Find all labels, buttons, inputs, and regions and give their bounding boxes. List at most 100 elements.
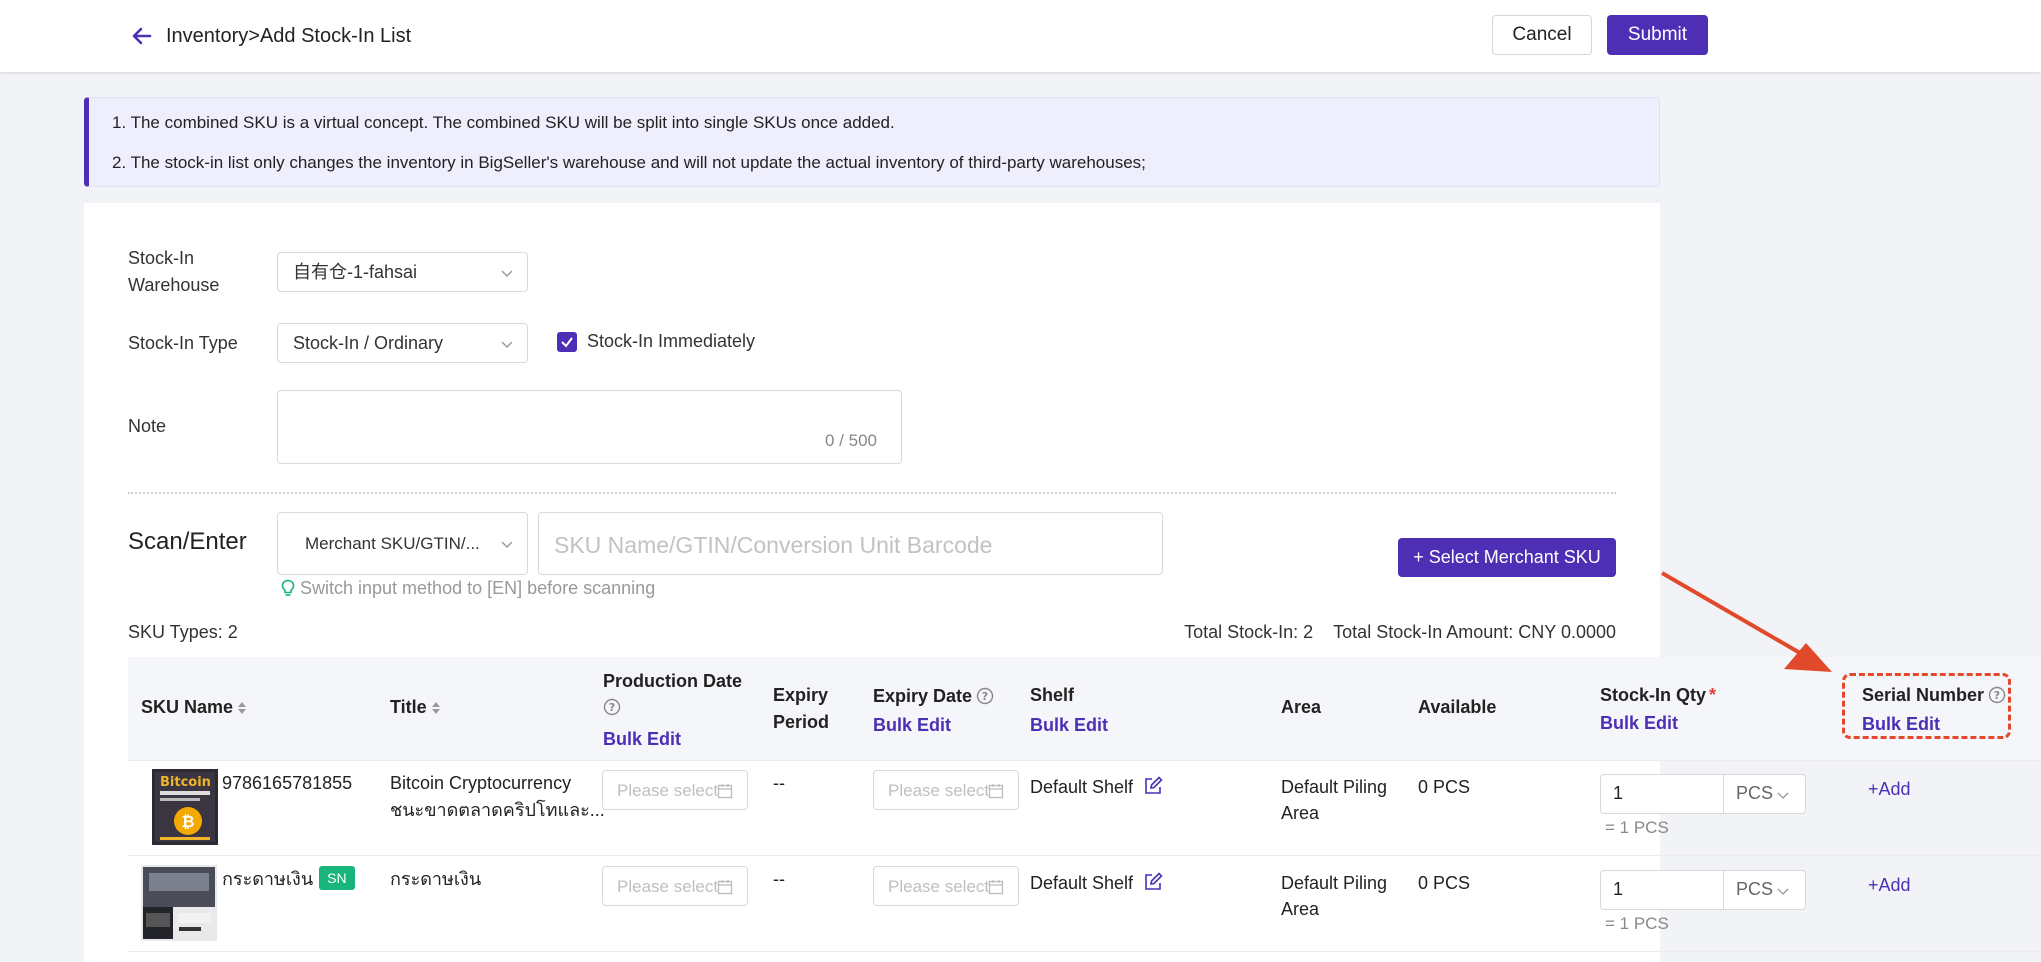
cancel-button[interactable]: Cancel [1492, 15, 1592, 55]
area-cell: Default Piling Area [1281, 870, 1387, 922]
col-available: Available [1418, 697, 1497, 717]
chevron-down-icon [1777, 888, 1789, 895]
expiry-date-picker[interactable]: Please select [873, 866, 1019, 906]
stock-in-type-label: Stock-In Type [128, 333, 238, 353]
stock-in-qty-input[interactable]: 1 PCS [1600, 870, 1806, 910]
edit-icon[interactable] [1143, 872, 1163, 892]
required-asterisk: * [1709, 685, 1717, 705]
col-title-label: Title [390, 697, 427, 717]
col-expiry-period-l2: Period [773, 712, 830, 732]
submit-button[interactable]: Submit [1607, 15, 1708, 55]
top-bar: Inventory>Add Stock-In List Cancel Submi… [0, 0, 2041, 72]
sku-name: กระดาษเงิน [222, 869, 314, 889]
serial-number-add-link[interactable]: +Add [1868, 875, 1911, 896]
stock-in-qty-bulk-edit[interactable]: Bulk Edit [1600, 709, 1716, 737]
expiry-period: -- [773, 773, 785, 793]
check-icon [561, 337, 573, 348]
qty-value: 1 [1613, 879, 1624, 899]
sku-types-count: SKU Types: 2 [128, 622, 238, 642]
breadcrumb: Inventory>Add Stock-In List [166, 25, 412, 47]
product-title: กระดาษเงิน [390, 869, 482, 889]
warehouse-select[interactable]: 自有仓-1-fahsai [277, 252, 528, 292]
chevron-down-icon [1777, 792, 1789, 799]
scan-method-value: Merchant SKU/GTIN/... [305, 534, 480, 553]
production-date-picker[interactable]: Please select [602, 866, 748, 906]
sn-badge: SN [319, 866, 355, 890]
chevron-down-icon [501, 270, 513, 277]
total-stock-in-amount: Total Stock-In Amount: CNY 0.0000 [1333, 622, 1616, 642]
col-area: Area [1281, 697, 1322, 717]
warehouse-label: Stock-In Warehouse [128, 245, 219, 299]
col-sku-name[interactable]: SKU Name [141, 695, 247, 719]
help-icon[interactable]: ? [603, 698, 621, 716]
note-char-count: 0 / 500 [825, 431, 877, 450]
unit-conversion: = 1 PCS [1605, 818, 1669, 837]
unit-value: PCS [1736, 879, 1774, 899]
scan-input-placeholder: SKU Name/GTIN/Conversion Unit Barcode [554, 532, 993, 558]
total-stock-in: Total Stock-In: 2 [1184, 622, 1314, 642]
col-production-date-label: Production Date [603, 671, 743, 691]
unit-select[interactable]: PCS [1723, 871, 1805, 909]
production-date-picker[interactable]: Please select [602, 770, 748, 810]
available-cell: 0 PCS [1418, 873, 1471, 893]
area-line1: Default Piling [1281, 873, 1388, 893]
row-divider [128, 760, 2041, 761]
warehouse-label-line1: Stock-In [128, 248, 195, 268]
col-expiry-period-l1: Expiry [773, 685, 829, 705]
shelf-cell: Default Shelf [1030, 774, 1163, 800]
shelf-bulk-edit[interactable]: Bulk Edit [1030, 710, 1108, 740]
sku-name-cell: กระดาษเงิน SN [222, 866, 355, 892]
product-title-line1: Bitcoin Cryptocurrency [390, 773, 572, 793]
warehouse-label-line2: Warehouse [128, 275, 220, 295]
col-stock-in-qty: Stock-In Qty * Bulk Edit [1600, 681, 1716, 737]
product-thumbnail[interactable] [141, 865, 217, 941]
svg-text:?: ? [609, 701, 615, 714]
divider [128, 492, 1616, 494]
unit-select[interactable]: PCS [1723, 775, 1805, 813]
calendar-icon [717, 879, 733, 895]
date-placeholder: Please select [617, 877, 719, 896]
note-textarea[interactable]: 0 / 500 [277, 390, 902, 464]
area-line1: Default Piling [1281, 777, 1388, 797]
scan-input[interactable]: SKU Name/GTIN/Conversion Unit Barcode [538, 512, 1163, 575]
stock-in-immediately-checkbox[interactable] [557, 332, 577, 352]
shelf-value: Default Shelf [1030, 873, 1134, 893]
stock-in-type-select[interactable]: Stock-In / Ordinary [277, 323, 528, 363]
expiry-date-bulk-edit[interactable]: Bulk Edit [873, 711, 994, 740]
serial-number-add-link[interactable]: +Add [1868, 779, 1911, 800]
stock-in-type-value: Stock-In / Ordinary [293, 333, 444, 353]
chevron-down-icon [501, 341, 513, 348]
stock-in-qty-input[interactable]: 1 PCS [1600, 774, 1806, 814]
calendar-icon [988, 879, 1004, 895]
date-placeholder: Please select [617, 781, 719, 800]
serial-number-highlight-box [1842, 673, 2011, 739]
row-divider [128, 855, 2041, 856]
shelf-value: Default Shelf [1030, 777, 1134, 797]
production-date-bulk-edit[interactable]: Bulk Edit [603, 725, 742, 754]
help-icon[interactable]: ? [976, 687, 994, 705]
note-label: Note [128, 416, 167, 436]
info-notice: 1. The combined SKU is a virtual concept… [84, 97, 1660, 187]
calendar-icon [717, 783, 733, 799]
edit-icon[interactable] [1143, 776, 1163, 796]
stock-in-immediately-label: Stock-In Immediately [587, 331, 756, 351]
scan-enter-label: Scan/Enter [128, 528, 247, 555]
qty-value: 1 [1613, 783, 1624, 803]
col-title[interactable]: Title [390, 695, 441, 719]
sort-icon[interactable] [237, 701, 247, 715]
chevron-down-icon [501, 541, 513, 548]
select-merchant-sku-button[interactable]: + Select Merchant SKU [1398, 538, 1616, 577]
col-stock-in-qty-label: Stock-In Qty [1600, 685, 1707, 705]
unit-conversion: = 1 PCS [1605, 914, 1669, 933]
svg-text:Bitcoin: Bitcoin [160, 775, 211, 790]
back-arrow-icon[interactable] [128, 22, 156, 50]
warehouse-value: 自有仓-1-fahsai [293, 262, 418, 282]
sort-icon[interactable] [431, 701, 441, 715]
expiry-date-picker[interactable]: Please select [873, 770, 1019, 810]
product-thumbnail[interactable]: Bitcoin ₿ [152, 769, 218, 845]
shelf-cell: Default Shelf [1030, 870, 1163, 896]
col-production-date: Production Date ? Bulk Edit [603, 667, 742, 754]
area-line2: Area [1281, 803, 1320, 823]
calendar-icon [988, 783, 1004, 799]
scan-method-select[interactable]: Merchant SKU/GTIN/... [277, 512, 528, 575]
